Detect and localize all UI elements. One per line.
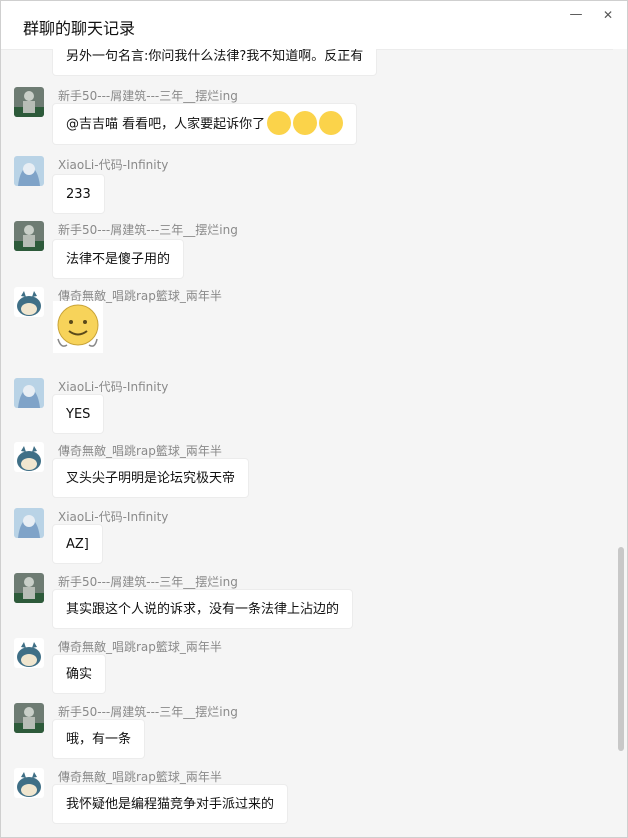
message-bubble[interactable]: 叉头尖子明明是论坛究极天帝 xyxy=(52,458,250,498)
sender-name: 新手50---屑建筑---三年__摆烂ing xyxy=(58,223,238,237)
message-bubble[interactable]: YES xyxy=(52,394,105,434)
message-bubble[interactable]: 我怀疑他是编程猫竞争对手派过来的 xyxy=(52,784,289,824)
avatar[interactable] xyxy=(14,638,44,668)
minimize-button[interactable]: — xyxy=(563,5,589,25)
message-bubble[interactable]: @吉吉喵 看看吧，人家要起诉你了 xyxy=(52,103,358,145)
scrollbar-thumb[interactable] xyxy=(618,547,624,751)
avatar[interactable] xyxy=(14,87,44,117)
avatar[interactable] xyxy=(14,221,44,251)
face-icon xyxy=(293,110,318,135)
sender-name: 新手50---屑建筑---三年__摆烂ing xyxy=(58,705,238,719)
title-bar: 群聊的聊天记录 — ✕ xyxy=(1,1,627,50)
avatar[interactable] xyxy=(14,156,44,186)
chat-history-window: 群聊的聊天记录 — ✕ 另外一句名言:你问我什么法律?我不知道啊。反正有 新手5… xyxy=(0,0,628,838)
avatar[interactable] xyxy=(14,287,44,317)
message-bubble[interactable]: AZ] xyxy=(52,524,103,564)
sender-name: 傳奇無敵_唱跳rap籃球_兩年半 xyxy=(58,770,222,784)
sender-name: 新手50---屑建筑---三年__摆烂ing xyxy=(58,89,238,103)
message-text: @吉吉喵 看看吧，人家要起诉你了 xyxy=(66,117,266,132)
chat-history-list: 另外一句名言:你问我什么法律?我不知道啊。反正有 新手50---屑建筑---三年… xyxy=(1,49,613,837)
sender-name: 新手50---屑建筑---三年__摆烂ing xyxy=(58,575,238,589)
sender-name: XiaoLi-代码-Infinity xyxy=(58,510,169,524)
message-bubble[interactable]: 确实 xyxy=(52,654,107,694)
message-bubble[interactable]: 哦，有一条 xyxy=(52,719,146,759)
sender-name: XiaoLi-代码-Infinity xyxy=(58,380,169,394)
message-bubble[interactable]: 另外一句名言:你问我什么法律?我不知道啊。反正有 xyxy=(52,49,378,76)
message-bubble[interactable]: 法律不是傻子用的 xyxy=(52,239,185,279)
avatar[interactable] xyxy=(14,378,44,408)
sender-name: 傳奇無敵_唱跳rap籃球_兩年半 xyxy=(58,640,222,654)
face-icon xyxy=(267,110,292,135)
face-icon xyxy=(319,110,344,135)
smiling-face-sticker[interactable] xyxy=(53,301,103,353)
avatar[interactable] xyxy=(14,703,44,733)
window-title: 群聊的聊天记录 xyxy=(23,19,136,38)
sender-name: 傳奇無敵_唱跳rap籃球_兩年半 xyxy=(58,444,222,458)
sender-name: XiaoLi-代码-Infinity xyxy=(58,158,169,172)
message-bubble[interactable]: 其实跟这个人说的诉求，没有一条法律上沾边的 xyxy=(52,589,354,629)
close-button[interactable]: ✕ xyxy=(595,5,621,25)
avatar[interactable] xyxy=(14,442,44,472)
avatar[interactable] xyxy=(14,573,44,603)
message-bubble[interactable]: 233 xyxy=(52,174,105,214)
avatar[interactable] xyxy=(14,508,44,538)
avatar[interactable] xyxy=(14,768,44,798)
